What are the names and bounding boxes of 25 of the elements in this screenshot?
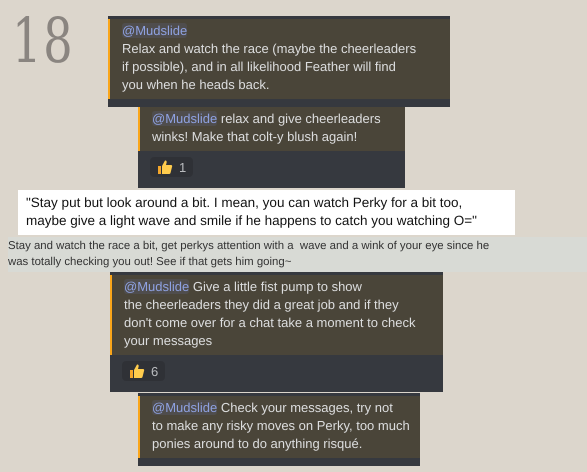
note-text: was totally checking you out! See if that gets him going~ [8,255,292,270]
message-text: your messages [124,332,214,350]
message-text: ponies around to do anything risqué. [152,435,364,453]
reaction-button[interactable]: 6 [122,361,166,381]
message-text: Check your messages, try not [220,400,393,415]
quote-text: maybe give a light wave and smile if he happens to catch you watching O=" [26,212,478,230]
user-mention[interactable]: @Mudslide [152,400,218,415]
message-text: you when he heads back. [122,76,270,94]
message-text: if possible), and in all likelihood Feather will find [122,58,397,76]
user-mention[interactable]: @Mudslide [122,23,188,38]
message-text: Relax and watch the race (maybe the cheerleaders [122,40,418,58]
message-text: to make any risky moves on Perky, too much [152,417,411,435]
thumbs-up-icon [129,363,145,379]
thumbs-up-icon [157,159,173,175]
note-text: Stay and watch the race a bit, get perkys attention with a wave and a wink of your eye since he [8,239,490,254]
message-text: the cheerleaders they did a great job and if they [124,296,400,314]
user-mention[interactable]: @Mudslide [124,279,190,294]
message-text: relax and give cheerleaders [220,111,381,126]
quote-text: "Stay put but look around a bit. I mean, you can watch Perky for a bit too, [26,194,464,212]
user-mention[interactable]: @Mudslide [152,111,218,126]
message-text: don't come over for a chat take a moment to check [124,314,417,332]
reaction-button[interactable]: 1 [150,157,194,177]
message-text: Give a little fist pump to show [192,279,362,294]
message-text: winks! Make that colt-y blush again! [152,128,358,146]
page-number: 18 [12,4,74,77]
